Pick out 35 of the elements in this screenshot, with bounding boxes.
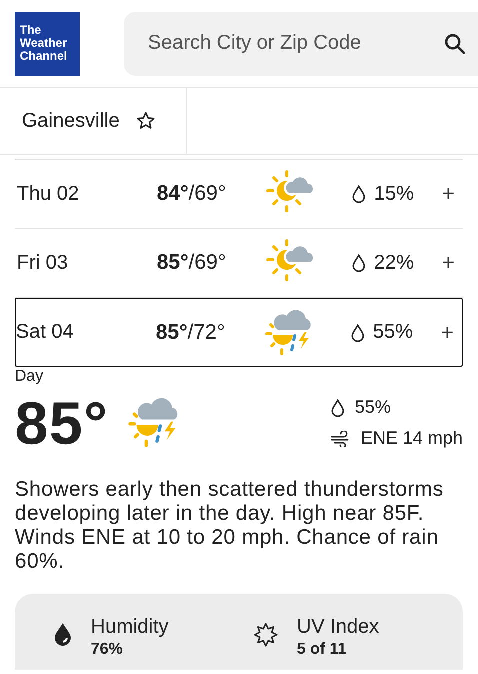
- temperature-range: 85°/69°: [157, 251, 228, 275]
- search-icon: [444, 32, 466, 54]
- temperature-range: 85°/72°: [156, 320, 226, 344]
- star-icon[interactable]: [136, 111, 156, 131]
- sun-outline-icon: [253, 622, 279, 648]
- stat-value: 76%: [91, 641, 124, 659]
- location-name[interactable]: Gainesville: [22, 110, 120, 132]
- forecast-row[interactable]: Thu 02 84°/69° 15% +: [15, 160, 463, 229]
- expand-toggle[interactable]: +: [442, 181, 455, 207]
- drop-icon: [351, 324, 366, 342]
- rain-chance: 55%: [354, 397, 391, 418]
- period-label: Day: [15, 368, 44, 386]
- drop-icon: [53, 622, 73, 646]
- forecast-row[interactable]: Fri 03 85°/69° 22% +: [15, 229, 463, 298]
- temperature-range: 84°/69°: [157, 182, 228, 206]
- forecast-row[interactable]: Sat 04 85°/72° 55% +: [15, 298, 463, 367]
- expand-toggle[interactable]: +: [442, 250, 455, 276]
- wind-icon: [330, 430, 351, 446]
- rain-chance: 22%: [374, 252, 414, 274]
- drop-icon: [330, 398, 345, 416]
- forecast-description: Showers early then scattered thunderstorms developing later in the day. High near 85F. Winds ENE at 10 to 20 mph. Chance of rain 60%.: [15, 478, 445, 574]
- wind-speed: ENE 14 mph: [360, 428, 463, 449]
- temperature: 85°: [15, 388, 109, 458]
- rain-chance: 15%: [374, 182, 414, 206]
- expand-toggle[interactable]: +: [441, 320, 454, 346]
- stat-value: 5 of 11: [297, 641, 348, 659]
- search-input[interactable]: Search City or Zip Code: [146, 31, 444, 56]
- drop-icon: [352, 185, 366, 203]
- stat-label: Humidity: [91, 616, 169, 639]
- search-field[interactable]: Search City or Zip Code: [124, 12, 478, 76]
- rain-chance: 55%: [373, 321, 414, 344]
- logo[interactable]: The Weather Channel: [15, 12, 80, 76]
- stat-label: UV Index: [297, 616, 380, 639]
- thunderstorm-icon: [264, 308, 314, 358]
- drop-icon: [352, 254, 366, 272]
